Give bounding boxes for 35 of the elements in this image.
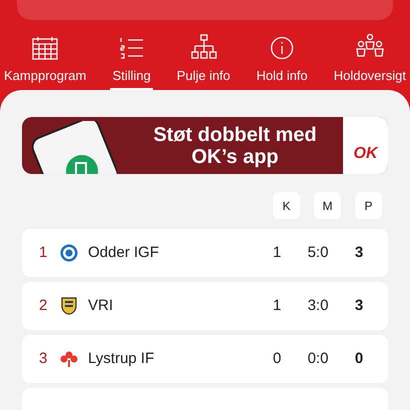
matches-played: 1 xyxy=(272,242,282,263)
nav-tab[interactable]: Holdoversigt xyxy=(332,32,408,90)
team-name: VRI xyxy=(88,296,114,316)
team-name: Odder IGF xyxy=(88,242,160,263)
brand-logo: OK xyxy=(354,144,378,164)
rank: 1 xyxy=(39,242,48,263)
nav-tab[interactable]: Hold info xyxy=(254,32,310,90)
rank: 3 xyxy=(39,348,48,369)
standings-row[interactable]: 1 Odder IGF 1 5:0 3 xyxy=(22,229,388,277)
info-icon xyxy=(270,36,294,60)
column-header: M xyxy=(314,192,341,219)
points: 3 xyxy=(354,296,364,316)
hierarchy-icon xyxy=(190,34,217,60)
goal-score: 0:0 xyxy=(306,348,330,369)
column-header: P xyxy=(355,192,382,219)
standings-row[interactable]: 2 VRI 1 3:0 3 xyxy=(22,282,388,330)
goal-score: 5:0 xyxy=(306,242,330,263)
matches-played: 0 xyxy=(272,348,282,369)
goal-score: 3:0 xyxy=(306,296,330,316)
ad-banner[interactable]: Støt dobbelt med OK’s app OK xyxy=(22,117,388,174)
standings-row[interactable]: 3 Lystrup IF 0 0:0 0 xyxy=(22,335,388,383)
banner-headline: Støt dobbelt med OK’s app xyxy=(152,122,318,170)
nav-tab[interactable]: Pulje info xyxy=(174,32,232,90)
points: 3 xyxy=(354,242,364,263)
points: 0 xyxy=(354,348,364,369)
calendar-icon xyxy=(32,36,58,60)
rank: 2 xyxy=(39,296,48,316)
club-crest-icon xyxy=(60,244,78,262)
club-crest-icon xyxy=(60,297,76,315)
team-name: Lystrup IF xyxy=(88,348,156,369)
numbered-list-icon xyxy=(118,36,145,60)
matches-played: 1 xyxy=(272,296,282,316)
clover-icon xyxy=(60,351,78,367)
nav-tab[interactable]: Kampprogram xyxy=(2,32,88,90)
column-header: K xyxy=(273,192,300,219)
